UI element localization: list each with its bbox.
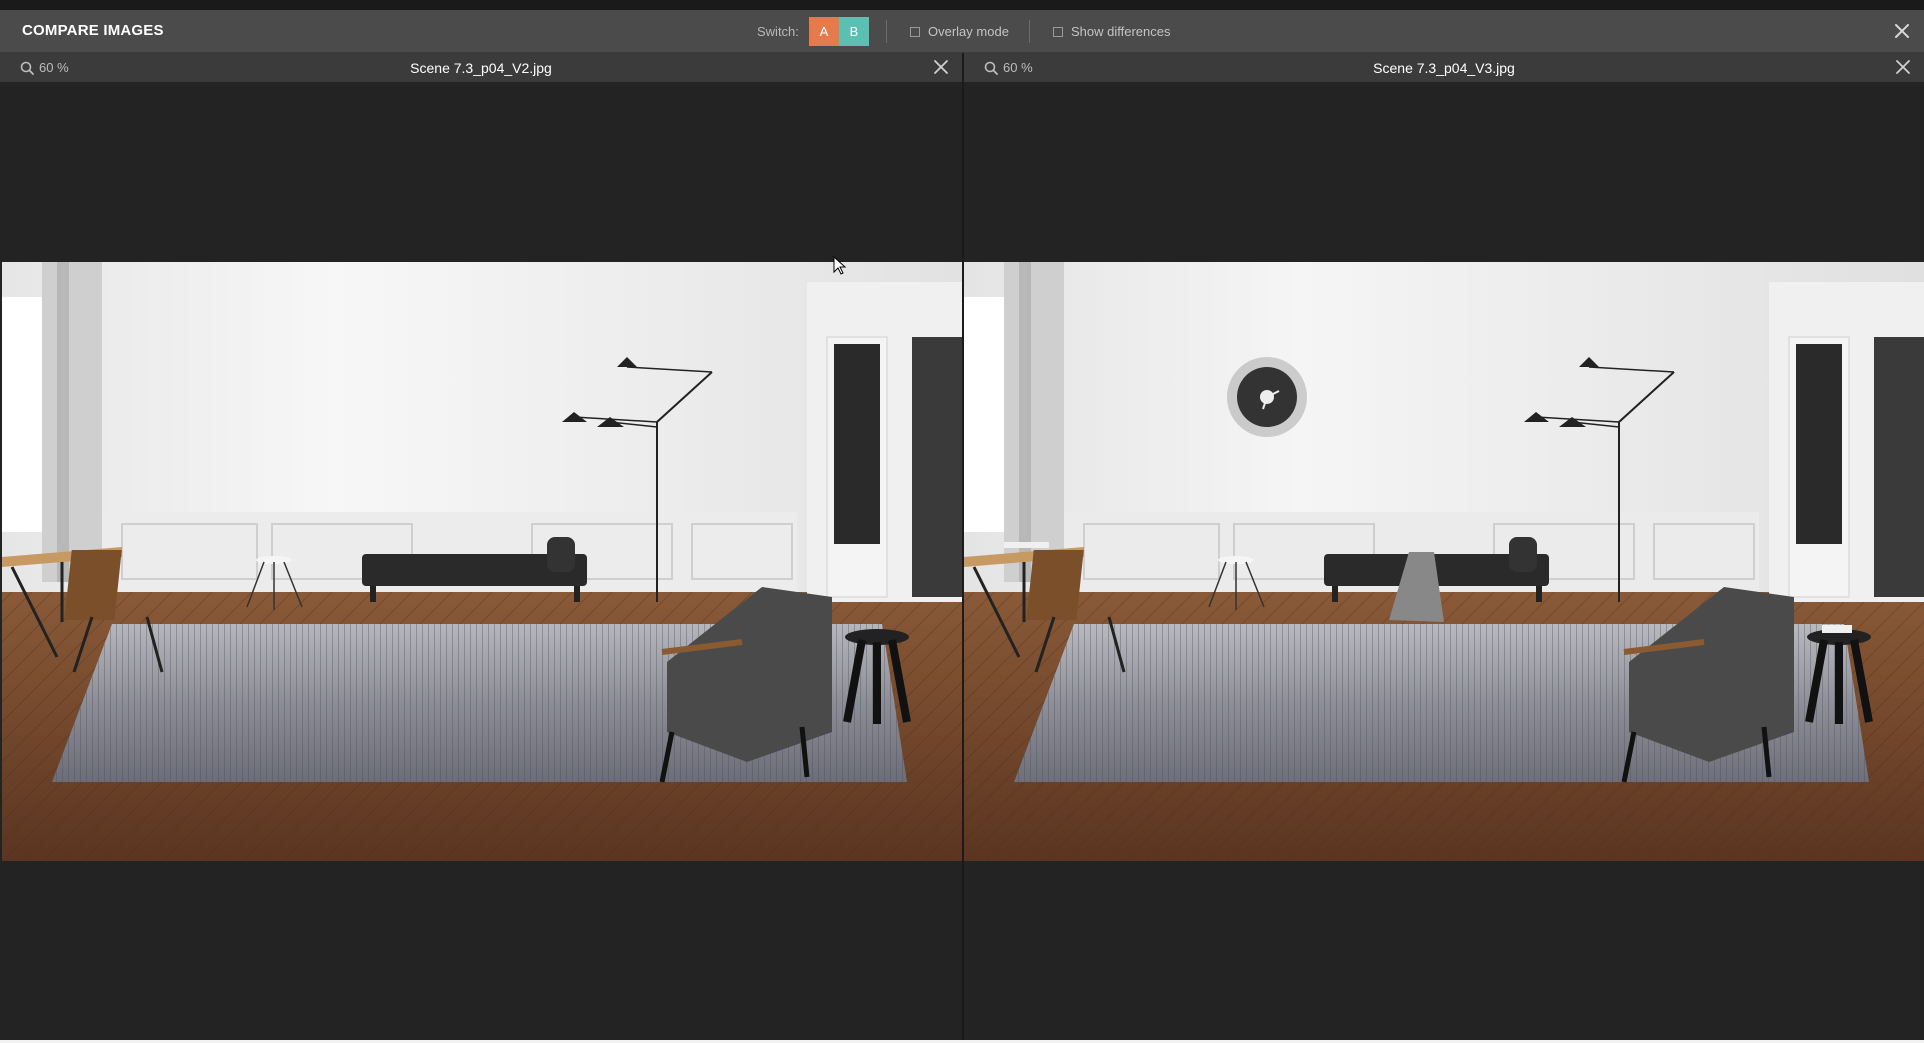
close-icon bbox=[1896, 60, 1910, 74]
dialog-header: COMPARE IMAGES Switch: A B Overlay mode … bbox=[0, 10, 1924, 53]
switch-group: Switch: A B bbox=[757, 17, 869, 46]
show-differences-checkbox[interactable]: Show differences bbox=[1053, 24, 1171, 39]
interior-photo-v3 bbox=[964, 262, 1924, 861]
show-differences-label: Show differences bbox=[1071, 24, 1171, 39]
right-filename: Scene 7.3_p04_V3.jpg bbox=[1373, 60, 1515, 76]
window-top-edge bbox=[0, 0, 1924, 10]
left-pane-toolbar: 60 % Scene 7.3_p04_V2.jpg bbox=[0, 53, 962, 82]
interior-photo-v2 bbox=[2, 262, 962, 861]
compare-images-dialog: COMPARE IMAGES Switch: A B Overlay mode … bbox=[0, 10, 1924, 1040]
right-pane-toolbar: 60 % Scene 7.3_p04_V3.jpg bbox=[964, 53, 1924, 82]
left-image bbox=[2, 262, 962, 861]
header-separator bbox=[1029, 20, 1030, 43]
header-separator bbox=[886, 20, 887, 43]
left-image-viewport[interactable] bbox=[0, 82, 962, 1040]
switch-label: Switch: bbox=[757, 24, 799, 39]
close-icon bbox=[934, 60, 948, 74]
left-pane-close-button[interactable] bbox=[932, 58, 950, 76]
show-differences-checkbox-box[interactable] bbox=[1053, 26, 1063, 37]
close-icon bbox=[1895, 24, 1909, 38]
overlay-mode-checkbox-box[interactable] bbox=[910, 26, 920, 37]
close-dialog-button[interactable] bbox=[1890, 19, 1914, 43]
right-image-viewport[interactable] bbox=[964, 82, 1924, 1040]
left-filename: Scene 7.3_p04_V2.jpg bbox=[410, 60, 552, 76]
dialog-title: COMPARE IMAGES bbox=[22, 22, 164, 39]
mouse-cursor-icon bbox=[833, 255, 847, 281]
overlay-mode-checkbox[interactable]: Overlay mode bbox=[910, 24, 1009, 39]
switch-a-button[interactable]: A bbox=[808, 17, 839, 46]
overlay-mode-label: Overlay mode bbox=[928, 24, 1009, 39]
switch-b-button[interactable]: B bbox=[838, 17, 869, 46]
right-image bbox=[964, 262, 1924, 861]
right-pane-close-button[interactable] bbox=[1894, 58, 1912, 76]
